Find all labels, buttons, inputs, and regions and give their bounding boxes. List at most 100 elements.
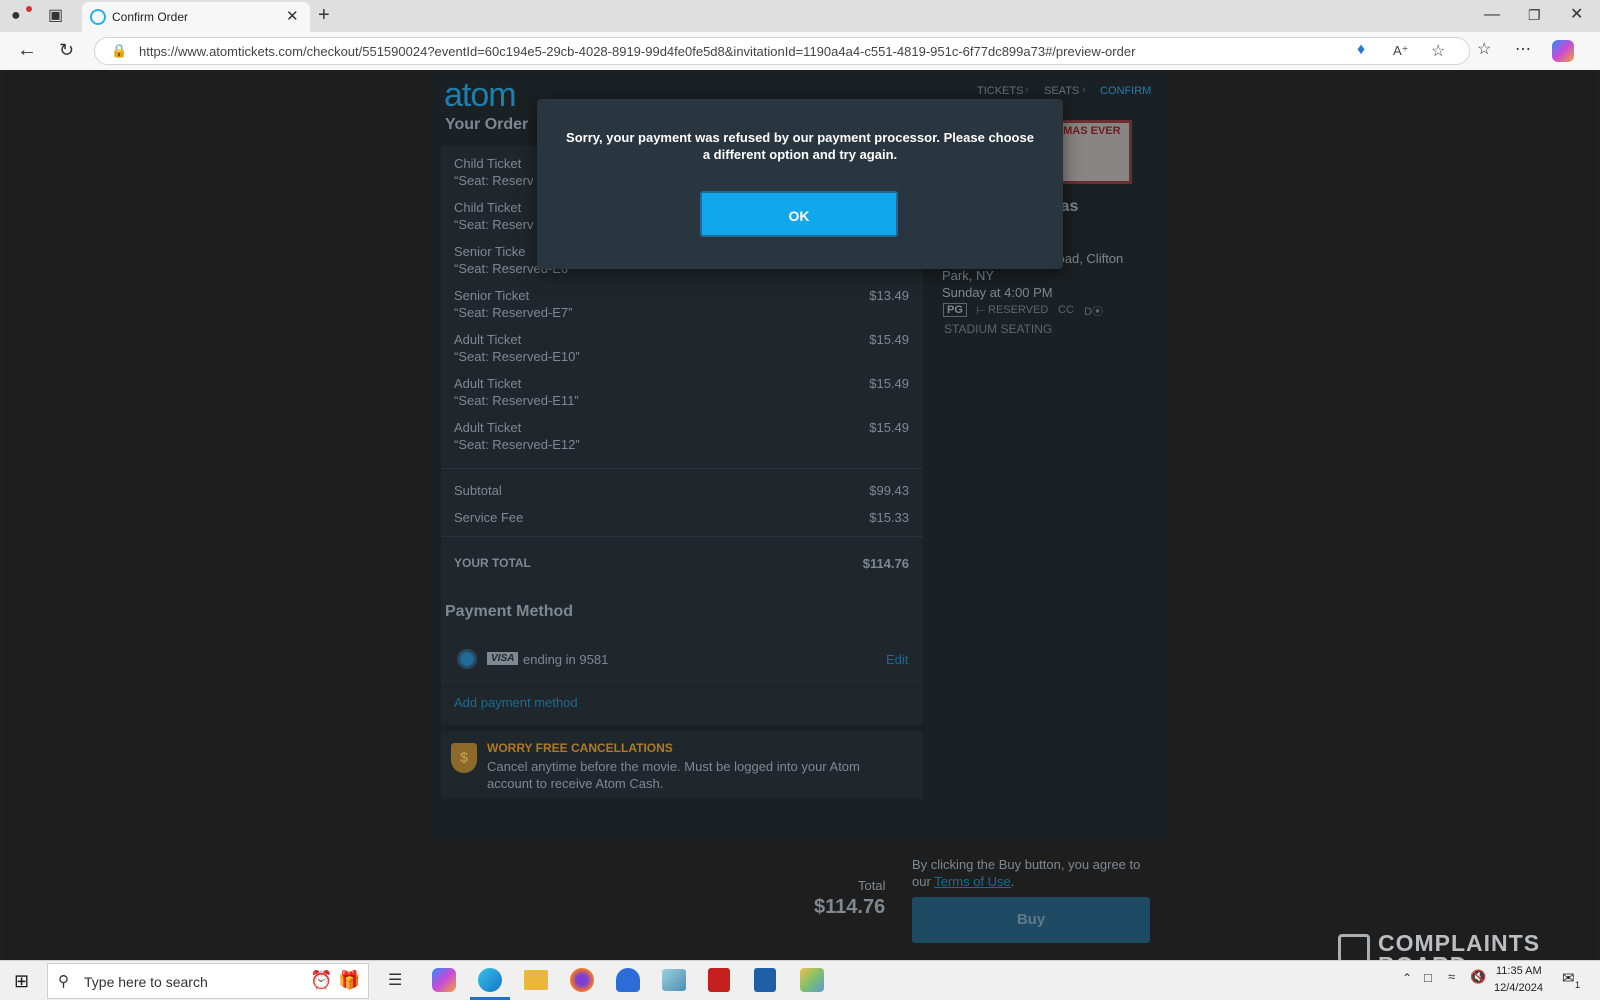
meet-icon[interactable]: □ (1424, 970, 1432, 985)
subtotal-value: $99.43 (869, 483, 909, 498)
item-name: Adult Ticket (454, 376, 522, 391)
add-payment-link[interactable]: Add payment method (454, 695, 578, 710)
refresh-icon[interactable]: ↻ (59, 40, 74, 60)
clock-date[interactable]: 12/4/2024 (1494, 982, 1543, 994)
item-seat: “Seat: Reserved-E12” (454, 437, 580, 452)
showtime: Sunday at 4:00 PM (942, 285, 1053, 300)
footer-total-value: $114.76 (814, 896, 886, 918)
paint-icon[interactable] (800, 968, 824, 992)
back-icon[interactable]: ← (17, 40, 37, 60)
more-icon[interactable]: ⋯ (1515, 40, 1531, 60)
minimize-icon[interactable]: — (1484, 5, 1500, 25)
item-name: Child Ticket (454, 156, 522, 171)
item-seat: “Seat: Reserved-E11” (454, 393, 579, 408)
chevron-right-icon: › (1025, 84, 1029, 96)
url-bar[interactable]: 🔒 https://www.atomtickets.com/checkout/5… (94, 37, 1470, 65)
step-confirm: CONFIRM (1100, 85, 1152, 97)
item-name: Senior Ticke (454, 244, 526, 259)
tab-title: Confirm Order (112, 10, 189, 24)
vpn-icon[interactable] (616, 968, 640, 992)
coupon-icon[interactable]: ♦ (1357, 41, 1365, 59)
cancellation-panel: $ WORRY FREE CANCELLATIONS Cancel anytim… (441, 731, 923, 799)
item-price: $15.49 (869, 376, 909, 391)
atom-logo[interactable]: atom (444, 76, 517, 115)
card-radio[interactable] (457, 649, 477, 669)
shield-dollar-icon: $ (451, 743, 477, 773)
rating-badge: PG (943, 303, 967, 317)
wifi-icon[interactable]: ≈ (1448, 969, 1455, 984)
error-message: Sorry, your payment was refused by our p… (566, 130, 1034, 162)
copilot-taskbar-icon[interactable] (432, 968, 456, 992)
footer-total-label: Total (858, 878, 886, 893)
acrobat-icon[interactable] (708, 968, 730, 992)
tab-actions-icon[interactable]: ▣ (48, 6, 63, 26)
item-seat: “Seat: Reserv (454, 217, 534, 232)
edge-icon[interactable] (478, 968, 502, 992)
search-placeholder[interactable]: Type here to search (84, 974, 208, 990)
notification-count: 1 (1575, 980, 1581, 990)
app-icon[interactable] (754, 968, 776, 992)
theater-city: Park, NY (942, 268, 995, 283)
chevron-up-icon[interactable]: ⌃ (1402, 971, 1412, 985)
task-view-icon[interactable]: ☰ (388, 970, 402, 990)
payment-panel: VISA ending in 9581 Edit Add payment met… (441, 633, 923, 725)
tab-confirm-order[interactable]: Confirm Order ✕ (82, 2, 310, 32)
cancellation-body: Cancel anytime before the movie. Must be… (487, 759, 860, 791)
seat-icon: ⊢ (976, 305, 986, 317)
buy-button[interactable]: Buy (912, 897, 1150, 943)
new-tab-icon[interactable]: + (318, 5, 330, 25)
terms-link[interactable]: Terms of Use (934, 874, 1011, 889)
divider (441, 681, 923, 682)
volume-muted-icon[interactable]: 🔇 (1470, 969, 1486, 985)
reserved-label: RESERVED (988, 304, 1049, 316)
windows-start-icon[interactable]: ⊞ (14, 971, 29, 992)
file-explorer-icon[interactable] (524, 970, 548, 990)
gift-icon: 🎁 (338, 970, 361, 990)
subtotal-label: Subtotal (454, 483, 502, 498)
copilot-icon[interactable] (1552, 40, 1574, 62)
read-aloud-icon[interactable]: A⁺ (1393, 43, 1409, 59)
firefox-icon[interactable] (570, 968, 594, 992)
profile-icon[interactable]: ● (11, 6, 21, 26)
agree-period: . (1010, 874, 1015, 889)
favorites-bar-icon[interactable]: ☆ (1477, 40, 1491, 60)
search-icon: ⚲ (58, 973, 69, 990)
app-icon[interactable] (662, 969, 686, 991)
item-seat: “Seat: Reserv (454, 173, 534, 188)
total-value: $114.76 (862, 556, 909, 571)
item-name: Adult Ticket (454, 332, 522, 347)
browser-tab-bar: ● ▣ Confirm Order ✕ + — ❐ ✕ (0, 0, 1600, 32)
total-label: YOUR TOTAL (454, 556, 531, 570)
item-name: Adult Ticket (454, 420, 522, 435)
atom-favicon-icon (90, 9, 106, 25)
item-price: $15.49 (869, 420, 909, 435)
visa-icon: VISA (487, 652, 519, 665)
profile-notification-dot (26, 6, 32, 12)
item-name: Senior Ticket (454, 288, 530, 303)
card-label: ending in 9581 (523, 652, 609, 667)
taskbar: ⊞ ⚲ Type here to search ⏰ 🎁 ☰ ⌃ □ ≈ 🔇 11… (0, 960, 1600, 1000)
lock-icon: 🔒 (111, 43, 128, 58)
taskbar-search[interactable]: ⚲ Type here to search ⏰ 🎁 (47, 963, 369, 999)
window-close-icon[interactable]: ✕ (1570, 5, 1583, 25)
order-heading: Your Order (445, 116, 529, 133)
item-name: Child Ticket (454, 200, 522, 215)
close-tab-icon[interactable]: ✕ (286, 7, 299, 25)
cc-label: CC (1058, 304, 1074, 316)
service-fee-label: Service Fee (454, 510, 524, 525)
notification-icon[interactable]: ✉ (1562, 969, 1575, 987)
ok-button[interactable]: OK (700, 191, 898, 237)
edit-card-link[interactable]: Edit (886, 652, 908, 667)
favorite-icon[interactable]: ☆ (1431, 41, 1445, 61)
cancellation-title: WORRY FREE CANCELLATIONS (487, 741, 673, 755)
clock-time[interactable]: 11:35 AM (1496, 965, 1542, 977)
alarm-clock-icon: ⏰ (310, 970, 333, 990)
payment-error-dialog: Sorry, your payment was refused by our p… (537, 99, 1063, 269)
url-text[interactable]: https://www.atomtickets.com/checkout/551… (139, 44, 1349, 59)
step-tickets: TICKETS (977, 85, 1024, 97)
divider (441, 468, 923, 469)
service-fee-value: $15.33 (869, 510, 909, 525)
payment-heading: Payment Method (445, 603, 574, 620)
item-seat: “Seat: Reserved-E10” (454, 349, 580, 364)
restore-icon[interactable]: ❐ (1528, 5, 1541, 25)
